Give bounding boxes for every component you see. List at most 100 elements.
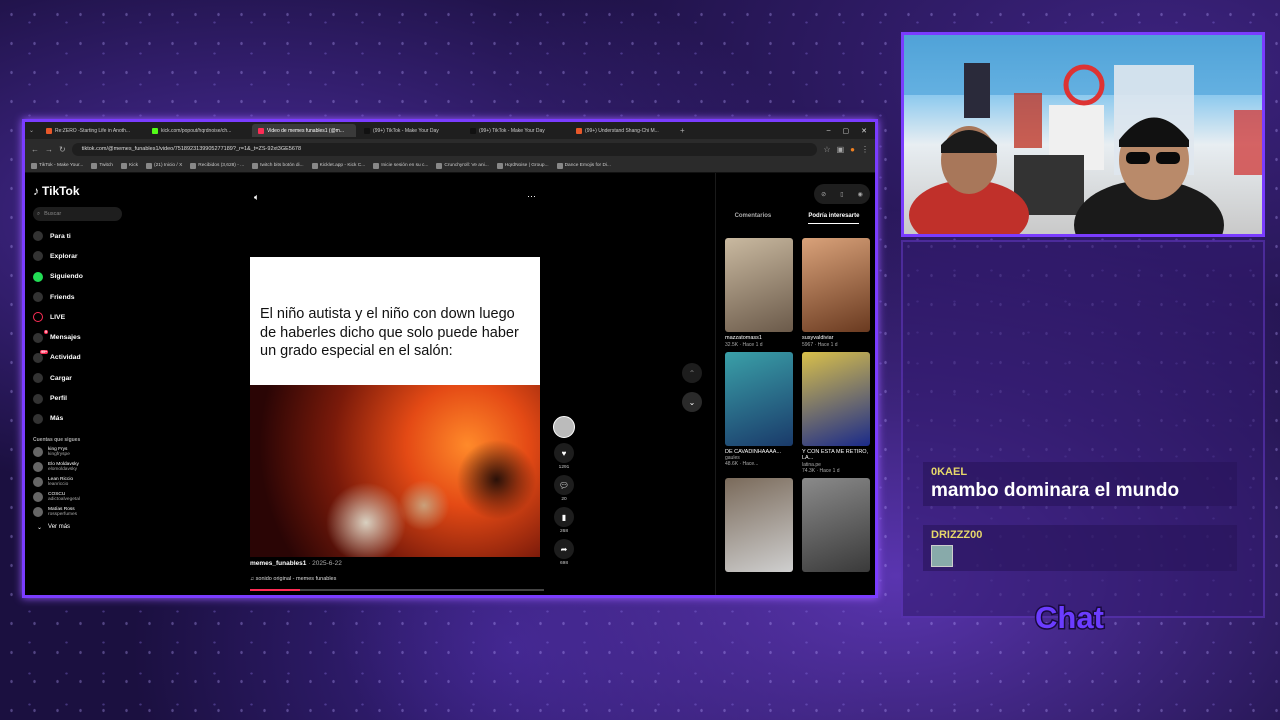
followed-account[interactable]: king Frys kingfryspe — [33, 447, 135, 458]
browser-tab[interactable]: (99+) TikTok - Make Your Day — [464, 124, 568, 137]
tab-recommended[interactable]: Podría interesarte — [808, 213, 860, 224]
tab-label: (99+) Understand Shang-Chi M... — [585, 127, 659, 134]
bookmark-item[interactable]: TikTok - Make Your... — [31, 162, 83, 169]
user-avatar-icon[interactable]: ◉ — [858, 191, 863, 198]
recommended-video[interactable]: mazzatomass1 32.5K · Hace 1 d — [725, 238, 793, 348]
previous-video-button[interactable]: ⌃ — [682, 363, 702, 383]
tab-list-icon[interactable]: ⌄ — [29, 127, 34, 134]
forward-icon[interactable]: → — [45, 145, 53, 154]
browser-tab[interactable]: (99+) Understand Shang-Chi M... — [570, 124, 674, 137]
back-icon[interactable]: ← — [31, 145, 39, 154]
recommended-video[interactable]: susyvaldiviar 5967 · Hace 1 d — [802, 238, 870, 348]
share-icon[interactable]: ➦ — [554, 539, 574, 559]
extensions-icon[interactable]: ▣ — [837, 145, 845, 154]
minimize-icon[interactable]: – — [827, 127, 831, 135]
bookmark-item[interactable]: Inicie sesión en su c... — [373, 162, 428, 169]
video-player[interactable]: El niño autista y el niño con down luego… — [250, 257, 540, 557]
video-sound[interactable]: ♫ sonido original - memes funables — [250, 576, 336, 582]
recommended-video[interactable]: Y CON ESTA ME RETIRO, LA... latina.pe 74.3… — [802, 351, 870, 474]
nav-item[interactable]: 99+ Actividad — [33, 348, 135, 368]
video-author[interactable]: memes_funables1 — [250, 560, 306, 567]
bookmark-item[interactable]: Crunchyroll: Ve ani... — [436, 162, 489, 169]
account-handle: rossperfumes — [48, 512, 78, 518]
nav-item[interactable]: Cargar — [33, 368, 135, 388]
more-options-icon[interactable]: ⋯ — [527, 191, 536, 202]
chat-emote — [931, 545, 953, 567]
device-icon[interactable]: ▯ — [840, 191, 843, 198]
chat-text: mambo dominara el mundo — [931, 480, 1180, 501]
tab-bar: ⌄ Re:ZERO -Starting Life in Anoth... kick… — [25, 122, 875, 139]
video-stats: 74.3K · Hace 1 d — [802, 467, 840, 474]
maximize-icon[interactable]: ▢ — [843, 127, 850, 135]
video-thumbnail — [802, 351, 870, 446]
bookmark-item[interactable]: Kicklet.app - Kick C... — [311, 162, 366, 169]
tool-icon[interactable]: ⊘ — [821, 191, 826, 198]
video-caption-card: El niño autista y el niño con down luego… — [250, 257, 540, 385]
bookmark-item[interactable]: Recibidos (3,628) - ... — [190, 162, 244, 169]
reload-icon[interactable]: ↻ — [59, 145, 66, 154]
sound-label: sonido original - memes funables — [255, 576, 337, 582]
next-video-button[interactable]: ⌄ — [682, 392, 702, 412]
video-progress-fill — [250, 589, 300, 591]
nav-item[interactable]: LIVE — [33, 307, 135, 327]
share-count: 698 — [559, 561, 568, 566]
nav-item[interactable]: 9 Mensajes — [33, 327, 135, 347]
followed-account[interactable]: Elo Moldavsky elomoldavsky — [33, 462, 135, 473]
tab-comments[interactable]: Comentarios — [735, 213, 772, 224]
followed-account[interactable]: Matías Ross rossperfumes — [33, 507, 135, 518]
nav-badge: 99+ — [40, 349, 48, 354]
recommended-video[interactable] — [802, 477, 870, 572]
webcam-scene — [904, 35, 1262, 234]
recommended-video[interactable] — [725, 477, 793, 572]
search-placeholder: Buscar — [44, 211, 62, 217]
bookmark-item[interactable]: (21) Inicio / X — [146, 162, 182, 169]
account-handle: adictoalvegetal — [48, 497, 81, 503]
browser-tab[interactable]: (99+) TikTok - Make Your Day — [358, 124, 462, 137]
comment-icon[interactable]: 💬︎ — [554, 475, 574, 495]
bookmark-icon — [146, 162, 153, 169]
followed-account[interactable]: COSCU adictoalvegetal — [33, 492, 135, 503]
nav-item[interactable]: Perfil — [33, 388, 135, 408]
bookmark-label: Kicklet.app - Kick C... — [319, 163, 366, 168]
browser-tab[interactable]: kick.com/popout/hqrdnoise/ch... — [146, 124, 250, 137]
creator-avatar-action[interactable] — [552, 416, 576, 438]
video-progress-bar[interactable] — [250, 589, 544, 591]
search-input[interactable]: ⌕ Buscar — [33, 207, 122, 221]
bookmark-label: Crunchyroll: Ve ani... — [444, 163, 489, 168]
recommended-video[interactable]: DE CAVADINHAAAA... gaules 48.6K · Hace... — [725, 351, 793, 474]
tiktok-logo[interactable]: ♪ TikTok — [33, 184, 135, 198]
bookmark-icon[interactable]: ▮ — [554, 507, 574, 527]
nav-item[interactable]: Para ti — [33, 226, 135, 246]
bookmark-item[interactable]: twitch bits botón di... — [252, 162, 304, 169]
star-icon[interactable]: ☆ — [823, 145, 830, 154]
tab-label: (99+) TikTok - Make Your Day — [479, 127, 545, 134]
bookmark-item[interactable]: Kick — [120, 162, 139, 169]
browser-tab[interactable]: Video de memes funables1 (@m... — [252, 124, 357, 137]
volume-icon[interactable]: 🔈︎ — [254, 192, 259, 203]
panel-tabs: Comentarios Podría interesarte — [716, 213, 878, 224]
url-field[interactable]: tiktok.com/@memes_funables1/video/751892… — [71, 142, 818, 156]
close-icon[interactable]: ✕ — [861, 127, 867, 135]
browser-tab[interactable]: Re:ZERO -Starting Life in Anoth... — [40, 124, 144, 137]
bookmark-label: Kick — [128, 163, 139, 168]
nav-item[interactable]: Más — [33, 409, 135, 429]
bookmark-label: Twitch — [99, 163, 113, 168]
menu-icon[interactable]: ⋮ — [861, 145, 869, 154]
nav-item[interactable]: Friends — [33, 287, 135, 307]
bookmark-item[interactable]: HqrdNoise | Group... — [496, 162, 549, 169]
see-more-link[interactable]: ⌄ Ver más — [33, 524, 135, 531]
bookmark-item[interactable]: Dance Emojis for Di... — [556, 162, 611, 169]
like-icon[interactable]: ♥ — [554, 443, 574, 463]
profile-avatar-icon[interactable]: ● — [850, 145, 855, 154]
new-tab-icon[interactable]: + — [680, 126, 685, 135]
video-stats: 32.5K · Hace 1 d — [725, 341, 763, 348]
followed-account[interactable]: Lean Riccio leanriccio — [33, 477, 135, 488]
video-area: 🔈︎ ⋯ El niño autista y el niño con down … — [135, 173, 715, 595]
creator-avatar[interactable] — [553, 416, 575, 438]
see-more-label: Ver más — [48, 523, 71, 530]
nav-item[interactable]: Siguiendo — [33, 267, 135, 287]
action-column: ♥ 1291 💬︎ 20 ▮ 268 ➦ 698 — [552, 416, 576, 571]
bookmark-icon — [556, 162, 563, 169]
bookmark-item[interactable]: Twitch — [91, 162, 113, 169]
nav-item[interactable]: Explorar — [33, 246, 135, 266]
